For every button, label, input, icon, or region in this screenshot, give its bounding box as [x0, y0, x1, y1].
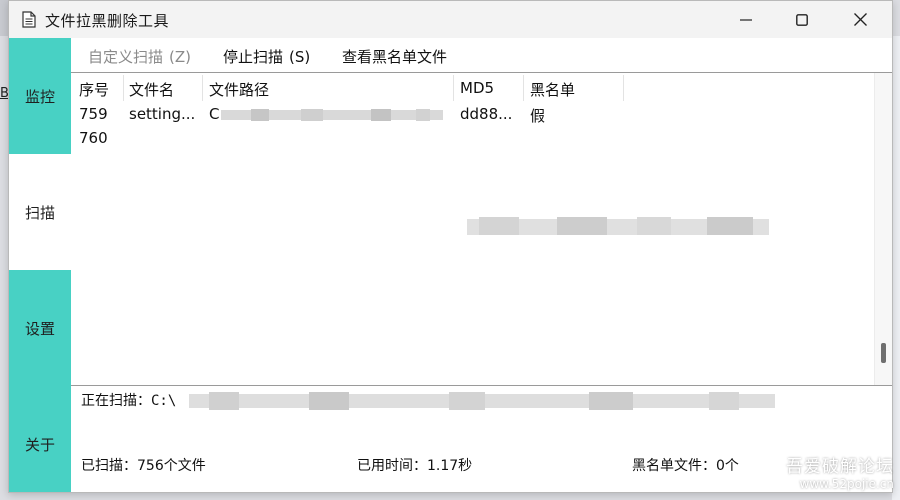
scrollbar-thumb[interactable]	[881, 343, 886, 363]
maximize-icon	[796, 13, 808, 26]
column-header-index[interactable]: 序号	[79, 79, 109, 101]
blacklist-value: 0个	[716, 458, 739, 474]
sidebar-item-label: 设置	[24, 319, 55, 338]
current-scan-label: 正在扫描：	[81, 393, 151, 409]
custom-scan-hotkey: (Z)	[169, 48, 191, 66]
title-bar[interactable]: 文件拉黑删除工具	[9, 1, 892, 38]
toolbar: 自定义扫描 (Z) 停止扫描 (S) 查看黑名单文件	[71, 38, 892, 73]
sidebar-item-monitor[interactable]: 监控	[9, 38, 71, 154]
document-icon	[22, 11, 36, 28]
elapsed-time: 已用时间：1.17秒	[357, 455, 472, 475]
column-divider[interactable]	[453, 75, 454, 101]
status-area: 正在扫描：C:\ 已扫描：756个文件 已用时间：1.17秒 黑名单文件：0个	[71, 385, 892, 492]
view-blacklist-button[interactable]: 查看黑名单文件	[342, 46, 447, 67]
custom-scan-button[interactable]: 自定义扫描 (Z)	[88, 46, 191, 67]
row-759-index: 759	[79, 105, 108, 123]
stop-scan-hotkey: (S)	[289, 48, 311, 66]
background-window-edge-right	[892, 36, 900, 500]
sidebar: 监控 扫描 设置 关于	[9, 38, 71, 492]
close-icon	[853, 13, 867, 26]
app-window: 文件拉黑删除工具 监控 扫描 设置 关于 自定义扫描 (Z) 停止扫描 (S) …	[8, 0, 893, 493]
redacted-region	[467, 217, 769, 235]
column-header-blacklist[interactable]: 黑名单	[530, 79, 575, 101]
column-divider[interactable]	[523, 75, 524, 101]
forum-watermark: 吾爱破解论坛 www.52pojie.cn	[776, 452, 894, 496]
column-divider[interactable]	[202, 75, 203, 101]
blacklist-count: 黑名单文件：0个	[632, 455, 739, 475]
sidebar-item-label: 关于	[24, 435, 55, 454]
elapsed-label: 已用时间：	[357, 458, 427, 474]
row-759-filename: setting...	[129, 105, 196, 123]
sidebar-item-label: 监控	[24, 87, 55, 106]
sidebar-item-scan[interactable]: 扫描	[9, 154, 71, 270]
vertical-scrollbar[interactable]	[874, 73, 892, 385]
scan-panel: 自定义扫描 (Z) 停止扫描 (S) 查看黑名单文件 序号 文件名 文件路径 MD5…	[71, 38, 892, 492]
minimize-icon	[740, 18, 752, 21]
watermark-url: www.52pojie.cn	[799, 477, 894, 491]
watermark-title: 吾爱破解论坛	[786, 457, 894, 477]
sidebar-item-settings[interactable]: 设置	[9, 270, 71, 386]
column-header-path[interactable]: 文件路径	[209, 79, 269, 101]
current-scan-line: 正在扫描：C:\	[81, 390, 176, 410]
row-759-blacklist: 假	[530, 107, 546, 125]
column-header-md5[interactable]: MD5	[460, 79, 494, 101]
blacklist-label: 黑名单文件：	[632, 458, 716, 474]
scanned-count: 已扫描：756个文件	[81, 455, 206, 475]
sidebar-item-label: 扫描	[24, 203, 55, 222]
stop-scan-label: 停止扫描	[223, 48, 284, 66]
current-scan-path: C:\	[151, 393, 177, 409]
maximize-button[interactable]	[779, 1, 825, 38]
window-title: 文件拉黑删除工具	[45, 12, 170, 30]
minimize-button[interactable]	[723, 1, 769, 38]
custom-scan-label: 自定义扫描	[88, 48, 164, 66]
stop-scan-button[interactable]: 停止扫描 (S)	[223, 46, 310, 67]
redacted-path	[221, 109, 443, 121]
column-divider[interactable]	[123, 75, 124, 101]
view-blacklist-label: 查看黑名单文件	[342, 48, 448, 66]
close-button[interactable]	[837, 1, 883, 38]
redacted-scan-path	[189, 392, 775, 410]
scanned-label: 已扫描：	[81, 458, 137, 474]
column-header-filename[interactable]: 文件名	[129, 79, 174, 101]
column-divider[interactable]	[623, 75, 624, 101]
row-760-index: 760	[79, 129, 108, 147]
row-759-md5: dd88...	[460, 105, 513, 123]
sidebar-item-about[interactable]: 关于	[9, 386, 71, 492]
results-table[interactable]: 序号 文件名 文件路径 MD5 黑名单 759 setting... C... …	[71, 73, 874, 385]
scanned-value: 756个文件	[137, 458, 206, 474]
elapsed-value: 1.17秒	[427, 458, 473, 474]
